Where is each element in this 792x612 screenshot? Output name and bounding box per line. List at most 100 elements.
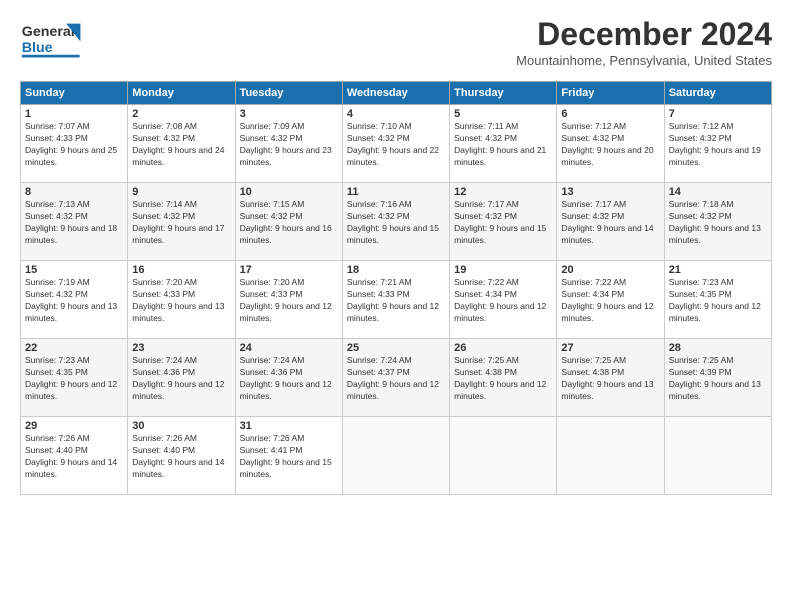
- col-wednesday: Wednesday: [342, 82, 449, 105]
- calendar-header-row: Sunday Monday Tuesday Wednesday Thursday…: [21, 82, 772, 105]
- day-number: 9: [132, 186, 230, 198]
- day-number: 4: [347, 108, 445, 120]
- calendar-cell: 23 Sunrise: 7:24 AMSunset: 4:36 PMDaylig…: [128, 339, 235, 417]
- calendar-cell: [664, 417, 771, 495]
- calendar-cell: 19 Sunrise: 7:22 AMSunset: 4:34 PMDaylig…: [450, 261, 557, 339]
- day-number: 17: [240, 264, 338, 276]
- day-info: Sunrise: 7:24 AMSunset: 4:36 PMDaylight:…: [132, 355, 224, 401]
- day-number: 5: [454, 108, 552, 120]
- calendar-week-3: 15 Sunrise: 7:19 AMSunset: 4:32 PMDaylig…: [21, 261, 772, 339]
- day-info: Sunrise: 7:25 AMSunset: 4:38 PMDaylight:…: [561, 355, 653, 401]
- day-info: Sunrise: 7:24 AMSunset: 4:36 PMDaylight:…: [240, 355, 332, 401]
- day-info: Sunrise: 7:13 AMSunset: 4:32 PMDaylight:…: [25, 199, 117, 245]
- day-info: Sunrise: 7:15 AMSunset: 4:32 PMDaylight:…: [240, 199, 332, 245]
- calendar-cell: 16 Sunrise: 7:20 AMSunset: 4:33 PMDaylig…: [128, 261, 235, 339]
- calendar-cell: 5 Sunrise: 7:11 AMSunset: 4:32 PMDayligh…: [450, 105, 557, 183]
- day-info: Sunrise: 7:21 AMSunset: 4:33 PMDaylight:…: [347, 277, 439, 323]
- calendar-cell: 15 Sunrise: 7:19 AMSunset: 4:32 PMDaylig…: [21, 261, 128, 339]
- calendar-cell: 26 Sunrise: 7:25 AMSunset: 4:38 PMDaylig…: [450, 339, 557, 417]
- day-info: Sunrise: 7:22 AMSunset: 4:34 PMDaylight:…: [454, 277, 546, 323]
- day-info: Sunrise: 7:22 AMSunset: 4:34 PMDaylight:…: [561, 277, 653, 323]
- day-number: 18: [347, 264, 445, 276]
- day-number: 20: [561, 264, 659, 276]
- logo: General Blue: [20, 16, 100, 71]
- page: General Blue December 2024 Mountainhome,…: [0, 0, 792, 612]
- day-info: Sunrise: 7:26 AMSunset: 4:40 PMDaylight:…: [25, 433, 117, 479]
- day-info: Sunrise: 7:10 AMSunset: 4:32 PMDaylight:…: [347, 121, 439, 167]
- day-number: 28: [669, 342, 767, 354]
- col-sunday: Sunday: [21, 82, 128, 105]
- day-info: Sunrise: 7:24 AMSunset: 4:37 PMDaylight:…: [347, 355, 439, 401]
- day-info: Sunrise: 7:17 AMSunset: 4:32 PMDaylight:…: [454, 199, 546, 245]
- calendar-cell: 6 Sunrise: 7:12 AMSunset: 4:32 PMDayligh…: [557, 105, 664, 183]
- day-number: 7: [669, 108, 767, 120]
- day-number: 10: [240, 186, 338, 198]
- day-info: Sunrise: 7:12 AMSunset: 4:32 PMDaylight:…: [669, 121, 761, 167]
- main-title: December 2024: [516, 16, 772, 53]
- day-info: Sunrise: 7:23 AMSunset: 4:35 PMDaylight:…: [669, 277, 761, 323]
- calendar-cell: 9 Sunrise: 7:14 AMSunset: 4:32 PMDayligh…: [128, 183, 235, 261]
- calendar-week-4: 22 Sunrise: 7:23 AMSunset: 4:35 PMDaylig…: [21, 339, 772, 417]
- col-monday: Monday: [128, 82, 235, 105]
- day-number: 30: [132, 420, 230, 432]
- day-number: 8: [25, 186, 123, 198]
- day-info: Sunrise: 7:08 AMSunset: 4:32 PMDaylight:…: [132, 121, 224, 167]
- day-number: 21: [669, 264, 767, 276]
- day-info: Sunrise: 7:20 AMSunset: 4:33 PMDaylight:…: [132, 277, 224, 323]
- calendar-cell: 17 Sunrise: 7:20 AMSunset: 4:33 PMDaylig…: [235, 261, 342, 339]
- day-info: Sunrise: 7:11 AMSunset: 4:32 PMDaylight:…: [454, 121, 546, 167]
- day-number: 6: [561, 108, 659, 120]
- day-info: Sunrise: 7:17 AMSunset: 4:32 PMDaylight:…: [561, 199, 653, 245]
- day-number: 27: [561, 342, 659, 354]
- svg-text:General: General: [22, 24, 75, 40]
- calendar-cell: 11 Sunrise: 7:16 AMSunset: 4:32 PMDaylig…: [342, 183, 449, 261]
- calendar-week-2: 8 Sunrise: 7:13 AMSunset: 4:32 PMDayligh…: [21, 183, 772, 261]
- day-info: Sunrise: 7:16 AMSunset: 4:32 PMDaylight:…: [347, 199, 439, 245]
- calendar-cell: 2 Sunrise: 7:08 AMSunset: 4:32 PMDayligh…: [128, 105, 235, 183]
- calendar-cell: 29 Sunrise: 7:26 AMSunset: 4:40 PMDaylig…: [21, 417, 128, 495]
- day-number: 26: [454, 342, 552, 354]
- svg-text:Blue: Blue: [22, 40, 53, 56]
- day-number: 15: [25, 264, 123, 276]
- calendar-cell: 14 Sunrise: 7:18 AMSunset: 4:32 PMDaylig…: [664, 183, 771, 261]
- calendar-cell: [342, 417, 449, 495]
- day-info: Sunrise: 7:26 AMSunset: 4:41 PMDaylight:…: [240, 433, 332, 479]
- calendar-cell: 18 Sunrise: 7:21 AMSunset: 4:33 PMDaylig…: [342, 261, 449, 339]
- col-tuesday: Tuesday: [235, 82, 342, 105]
- day-info: Sunrise: 7:25 AMSunset: 4:38 PMDaylight:…: [454, 355, 546, 401]
- day-number: 3: [240, 108, 338, 120]
- day-number: 13: [561, 186, 659, 198]
- calendar-cell: 20 Sunrise: 7:22 AMSunset: 4:34 PMDaylig…: [557, 261, 664, 339]
- calendar-cell: 24 Sunrise: 7:24 AMSunset: 4:36 PMDaylig…: [235, 339, 342, 417]
- calendar-cell: 21 Sunrise: 7:23 AMSunset: 4:35 PMDaylig…: [664, 261, 771, 339]
- calendar-week-5: 29 Sunrise: 7:26 AMSunset: 4:40 PMDaylig…: [21, 417, 772, 495]
- calendar-cell: 31 Sunrise: 7:26 AMSunset: 4:41 PMDaylig…: [235, 417, 342, 495]
- day-number: 16: [132, 264, 230, 276]
- day-number: 22: [25, 342, 123, 354]
- day-info: Sunrise: 7:26 AMSunset: 4:40 PMDaylight:…: [132, 433, 224, 479]
- calendar-cell: 7 Sunrise: 7:12 AMSunset: 4:32 PMDayligh…: [664, 105, 771, 183]
- day-info: Sunrise: 7:14 AMSunset: 4:32 PMDaylight:…: [132, 199, 224, 245]
- day-number: 2: [132, 108, 230, 120]
- day-number: 25: [347, 342, 445, 354]
- calendar-cell: 27 Sunrise: 7:25 AMSunset: 4:38 PMDaylig…: [557, 339, 664, 417]
- day-info: Sunrise: 7:18 AMSunset: 4:32 PMDaylight:…: [669, 199, 761, 245]
- day-number: 1: [25, 108, 123, 120]
- day-number: 29: [25, 420, 123, 432]
- day-number: 31: [240, 420, 338, 432]
- calendar-cell: 12 Sunrise: 7:17 AMSunset: 4:32 PMDaylig…: [450, 183, 557, 261]
- day-info: Sunrise: 7:12 AMSunset: 4:32 PMDaylight:…: [561, 121, 653, 167]
- day-number: 14: [669, 186, 767, 198]
- day-number: 12: [454, 186, 552, 198]
- day-info: Sunrise: 7:20 AMSunset: 4:33 PMDaylight:…: [240, 277, 332, 323]
- col-friday: Friday: [557, 82, 664, 105]
- subtitle: Mountainhome, Pennsylvania, United State…: [516, 53, 772, 68]
- calendar-cell: 10 Sunrise: 7:15 AMSunset: 4:32 PMDaylig…: [235, 183, 342, 261]
- col-saturday: Saturday: [664, 82, 771, 105]
- calendar-cell: 30 Sunrise: 7:26 AMSunset: 4:40 PMDaylig…: [128, 417, 235, 495]
- calendar-table: Sunday Monday Tuesday Wednesday Thursday…: [20, 81, 772, 495]
- day-info: Sunrise: 7:19 AMSunset: 4:32 PMDaylight:…: [25, 277, 117, 323]
- day-number: 23: [132, 342, 230, 354]
- day-info: Sunrise: 7:25 AMSunset: 4:39 PMDaylight:…: [669, 355, 761, 401]
- day-info: Sunrise: 7:09 AMSunset: 4:32 PMDaylight:…: [240, 121, 332, 167]
